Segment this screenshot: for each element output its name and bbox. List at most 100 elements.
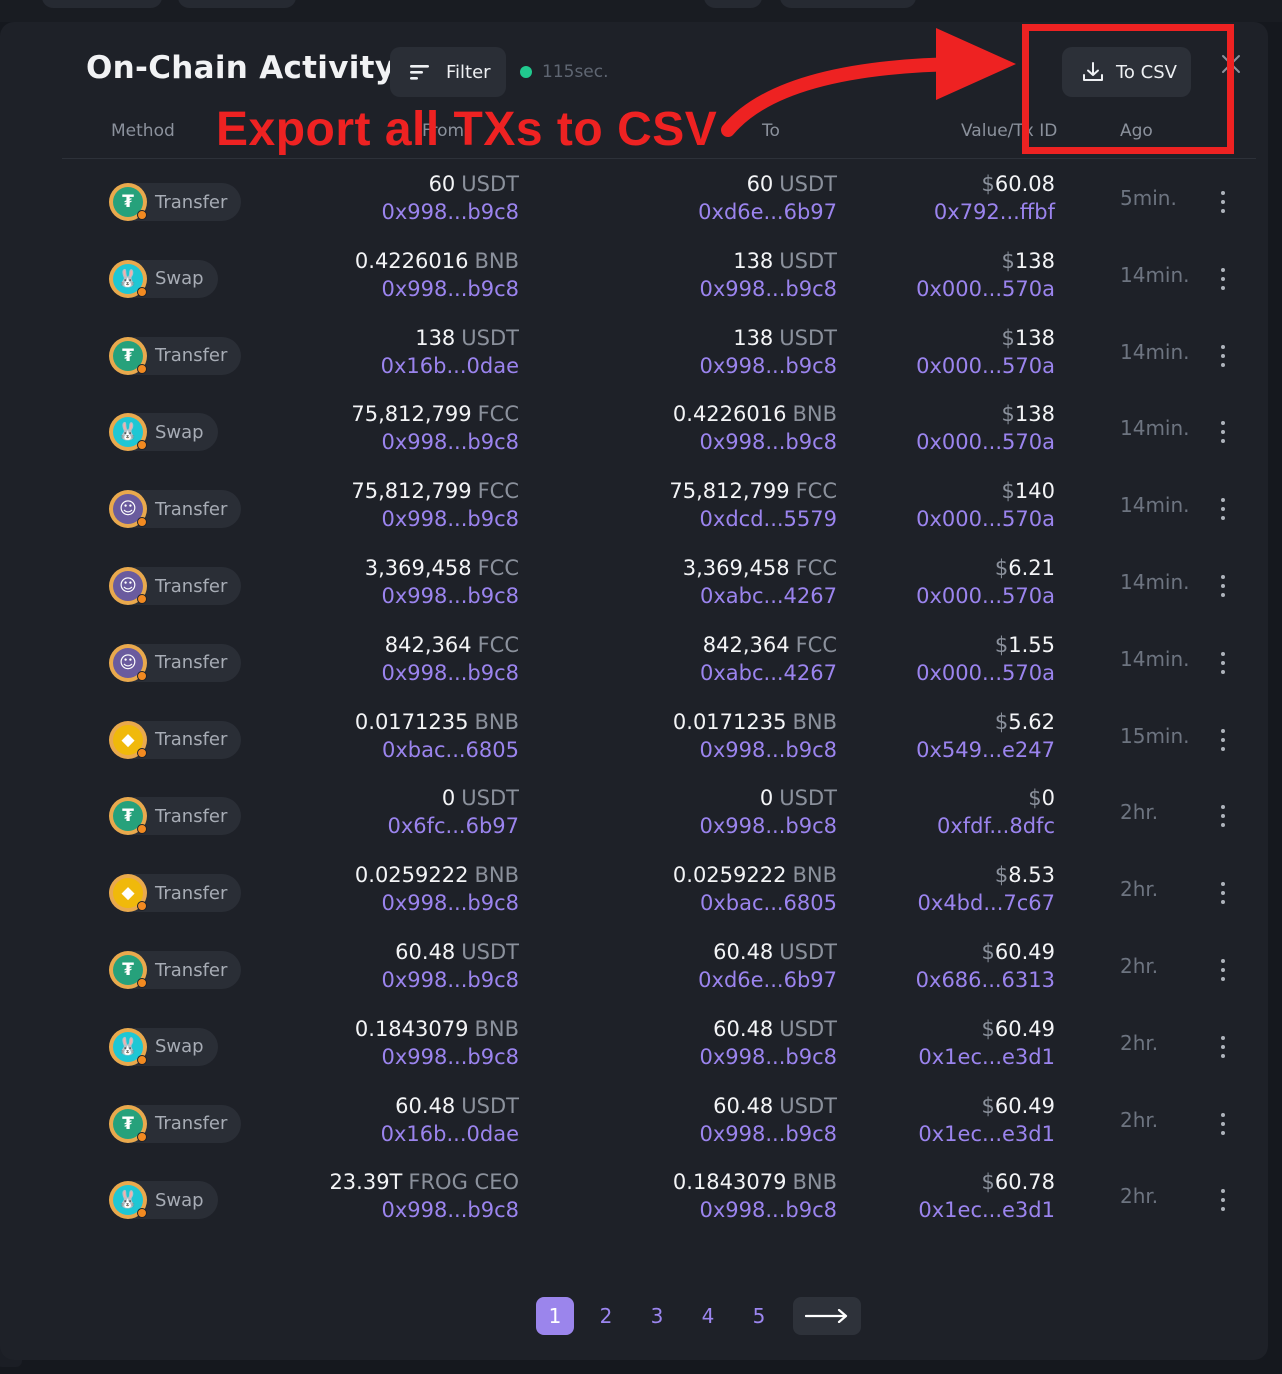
to-address-link[interactable]: 0xd6e...6b97 — [698, 968, 837, 992]
from-amount-value: 23.39T — [329, 1170, 403, 1195]
tx-id-link[interactable]: 0x1ec...e3d1 — [918, 1198, 1055, 1222]
to-amount: 75,812,799 FCC — [669, 479, 837, 503]
to-address-link[interactable]: 0x998...b9c8 — [700, 1198, 838, 1222]
to-address-link[interactable]: 0x998...b9c8 — [700, 1122, 838, 1146]
to-amount-value: 0 — [759, 786, 774, 811]
from-address-link[interactable]: 0x6fc...6b97 — [387, 814, 519, 838]
from-address-link[interactable]: 0x998...b9c8 — [382, 1198, 520, 1222]
more-options-icon[interactable] — [1214, 188, 1232, 218]
more-options-icon[interactable] — [1214, 1186, 1232, 1216]
more-options-icon[interactable] — [1214, 572, 1232, 602]
refresh-timer: 115sec. — [542, 62, 609, 82]
more-options-icon[interactable] — [1214, 956, 1232, 986]
table-row[interactable]: ◆ Transfer 0.0171235 BNB 0xbac...6805 0.01712… — [0, 710, 1268, 792]
chain-badge-icon — [137, 210, 147, 220]
to-address-link[interactable]: 0xd6e...6b97 — [698, 200, 837, 224]
from-amount: 23.39T FROG CEO — [329, 1170, 519, 1194]
more-options-icon[interactable] — [1214, 1110, 1232, 1140]
tx-id-link[interactable]: 0x000...570a — [916, 277, 1055, 301]
from-address-link[interactable]: 0x998...b9c8 — [382, 507, 520, 531]
from-address-link[interactable]: 0x998...b9c8 — [382, 584, 520, 608]
to-address-link[interactable]: 0x998...b9c8 — [700, 814, 838, 838]
to-address-link[interactable]: 0xabc...4267 — [700, 661, 837, 685]
to-address-link[interactable]: 0x998...b9c8 — [700, 354, 838, 378]
table-row[interactable]: 🐰 Swap 75,812,799 FCC 0x998...b9c8 0.4226016 B… — [0, 402, 1268, 484]
tx-id-link[interactable]: 0x000...570a — [916, 584, 1055, 608]
tx-id-link[interactable]: 0x4bd...7c67 — [918, 891, 1055, 915]
to-token-symbol: USDT — [779, 786, 837, 811]
table-row[interactable]: 🐰 Swap 23.39T FROG CEO 0x998...b9c8 0.1843079… — [0, 1170, 1268, 1252]
table-row[interactable]: ☺ Transfer 75,812,799 FCC 0x998...b9c8 75,812… — [0, 479, 1268, 561]
token-icon-ring: 🐰 — [109, 259, 147, 298]
more-options-icon[interactable] — [1214, 342, 1232, 372]
table-row[interactable]: ₮ Transfer 138 USDT 0x16b...0dae 138 USDT 0x998… — [0, 326, 1268, 408]
table-row[interactable]: ☺ Transfer 842,364 FCC 0x998...b9c8 842,364 FC… — [0, 633, 1268, 715]
to-address-link[interactable]: 0x998...b9c8 — [700, 1045, 838, 1069]
page-button[interactable]: 1 — [536, 1297, 574, 1335]
next-page-button[interactable] — [793, 1297, 861, 1335]
page-button[interactable]: 5 — [740, 1297, 778, 1335]
method-badge: ₮ Transfer — [109, 1104, 242, 1143]
tx-id-link[interactable]: 0x792...ffbf — [934, 200, 1055, 224]
filter-button[interactable]: Filter — [390, 47, 506, 97]
from-token-symbol: USDT — [461, 1093, 519, 1118]
tx-id-link[interactable]: 0x000...570a — [916, 661, 1055, 685]
tx-id-link[interactable]: 0xfdf...8dfc — [937, 814, 1055, 838]
usd-value: $6.21 — [995, 556, 1055, 580]
chain-badge-icon — [137, 978, 147, 988]
from-address-link[interactable]: 0xbac...6805 — [382, 738, 519, 762]
to-token-symbol: USDT — [779, 172, 837, 196]
to-address-link[interactable]: 0xabc...4267 — [700, 584, 837, 608]
page-button[interactable]: 3 — [638, 1297, 676, 1335]
from-address-link[interactable]: 0x998...b9c8 — [382, 661, 520, 685]
table-row[interactable]: ☺ Transfer 3,369,458 FCC 0x998...b9c8 3,369,4… — [0, 556, 1268, 638]
from-address-link[interactable]: 0x998...b9c8 — [382, 200, 520, 224]
page-button[interactable]: 4 — [689, 1297, 727, 1335]
table-row[interactable]: ₮ Transfer 60 USDT 0x998...b9c8 60 USDT 0xd6e..… — [0, 172, 1268, 254]
more-options-icon[interactable] — [1214, 1033, 1232, 1063]
from-address-link[interactable]: 0x998...b9c8 — [382, 430, 520, 454]
from-address-link[interactable]: 0x16b...0dae — [381, 1122, 519, 1146]
to-address-link[interactable]: 0x998...b9c8 — [700, 430, 838, 454]
to-amount-value: 0.4226016 — [672, 402, 787, 427]
tx-id-link[interactable]: 0x1ec...e3d1 — [918, 1045, 1055, 1069]
page-button[interactable]: 2 — [587, 1297, 625, 1335]
tx-id-link[interactable]: 0x000...570a — [916, 430, 1055, 454]
from-address-link[interactable]: 0x998...b9c8 — [382, 1045, 520, 1069]
top-bar-item[interactable] — [780, 0, 916, 8]
from-address-link[interactable]: 0x998...b9c8 — [382, 968, 520, 992]
to-token-symbol: USDT — [779, 1016, 837, 1041]
more-options-icon[interactable] — [1214, 495, 1232, 525]
tx-id-link[interactable]: 0x1ec...e3d1 — [918, 1122, 1055, 1146]
to-address-link[interactable]: 0x998...b9c8 — [700, 277, 838, 301]
more-options-icon[interactable] — [1214, 879, 1232, 909]
tx-id-link[interactable]: 0x000...570a — [916, 354, 1055, 378]
table-row[interactable]: ₮ Transfer 0 USDT 0x6fc...6b97 0 USDT 0x998...b… — [0, 786, 1268, 868]
from-token-symbol: USDT — [461, 940, 519, 964]
from-address-link[interactable]: 0x998...b9c8 — [382, 277, 520, 301]
more-options-icon[interactable] — [1214, 726, 1232, 756]
top-bar-item[interactable] — [178, 0, 296, 8]
to-amount: 0.4226016 BNB — [673, 402, 837, 426]
more-options-icon[interactable] — [1214, 265, 1232, 295]
top-bar-item[interactable] — [42, 0, 162, 8]
from-address-link[interactable]: 0x16b...0dae — [381, 354, 519, 378]
more-options-icon[interactable] — [1214, 418, 1232, 448]
table-row[interactable]: ₮ Transfer 60.48 USDT 0x998...b9c8 60.48 USDT 0… — [0, 940, 1268, 1022]
from-address-link[interactable]: 0x998...b9c8 — [382, 891, 520, 915]
to-address-link[interactable]: 0xbac...6805 — [700, 891, 837, 915]
top-bar-item[interactable] — [704, 0, 762, 8]
to-address-link[interactable]: 0xdcd...5579 — [700, 507, 837, 531]
tx-id-link[interactable]: 0x549...e247 — [916, 738, 1055, 762]
tx-id-link[interactable]: 0x000...570a — [916, 507, 1055, 531]
tx-id-link[interactable]: 0x686...6313 — [916, 968, 1055, 992]
more-options-icon[interactable] — [1214, 802, 1232, 832]
table-row[interactable]: 🐰 Swap 0.1843079 BNB 0x998...b9c8 60.48 USDT 0x… — [0, 1017, 1268, 1099]
usd-value: $1.55 — [995, 633, 1055, 657]
table-row[interactable]: ₮ Transfer 60.48 USDT 0x16b...0dae 60.48 USDT 0… — [0, 1094, 1268, 1176]
from-amount: 842,364 FCC — [385, 633, 519, 657]
more-options-icon[interactable] — [1214, 649, 1232, 679]
to-address-link[interactable]: 0x998...b9c8 — [700, 738, 838, 762]
table-row[interactable]: ◆ Transfer 0.0259222 BNB 0x998...b9c8 0.02592… — [0, 863, 1268, 945]
table-row[interactable]: 🐰 Swap 0.4226016 BNB 0x998...b9c8 138 USDT 0x99… — [0, 249, 1268, 331]
